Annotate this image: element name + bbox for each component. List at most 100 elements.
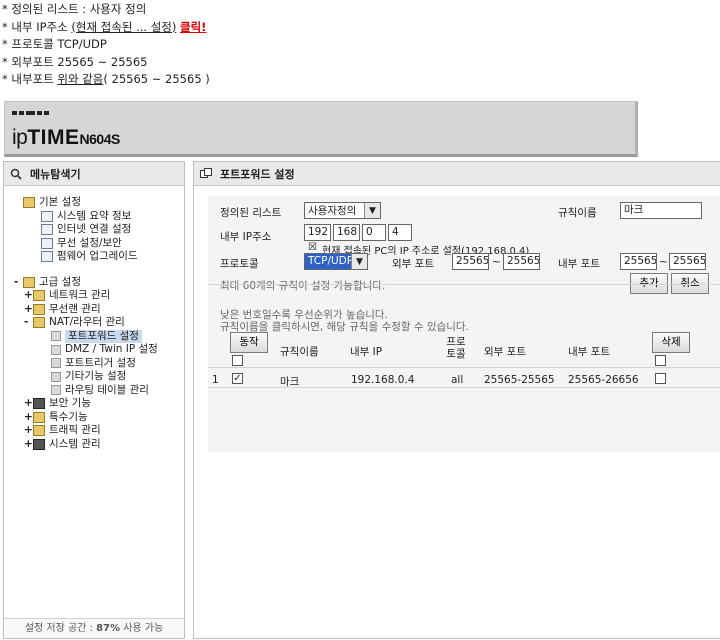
sidebar-item[interactable]: 무선 설정/보안	[14, 237, 158, 251]
header-protocol: 프로 토콜	[446, 336, 466, 360]
sidebar-item[interactable]: 포트포워드 설정	[14, 329, 158, 343]
sidebar-item[interactable]: + 트래픽 관리	[14, 424, 158, 438]
current-pc-checkbox[interactable]: ☒	[308, 242, 317, 253]
brand-dots-icon	[12, 111, 49, 115]
header-external-port: 외부 포트	[484, 346, 526, 358]
expand-icon[interactable]: +	[24, 289, 33, 303]
note-line-5-range: ( 25565 ~ 25565 )	[103, 72, 210, 87]
sidebar-item[interactable]: 기본 설정	[14, 196, 158, 210]
folder-icon	[33, 290, 45, 302]
delete-button[interactable]: 삭제	[652, 332, 690, 353]
sidebar-item-label: 포트트리거 설정	[65, 356, 136, 369]
ext-port-label: 외부 포트	[392, 258, 434, 270]
protocol-select[interactable]: TCP/UDP ▼	[304, 253, 368, 270]
list-label: 정의된 리스트	[220, 207, 282, 219]
sidebar-item[interactable]: + 무선랜 관리	[14, 303, 158, 317]
note-line-2-underlined: (현재 접속된 ... 설정)	[71, 19, 177, 34]
instruction-notes: * 정의된 리스트 : 사용자 정의 * 내부 IP주소 (현재 접속된 ...…	[2, 1, 210, 89]
collapse-icon[interactable]: -	[24, 316, 33, 330]
action-button[interactable]: 동작	[230, 332, 268, 353]
select-all-active-checkbox[interactable]	[232, 355, 243, 366]
ext-port-from-input[interactable]: 25565	[452, 253, 489, 270]
sidebar-item-label: 고급 설정	[39, 275, 81, 288]
sidebar-item-label: 기타기능 설정	[65, 370, 127, 382]
expand-icon[interactable]: +	[24, 303, 33, 317]
port-forward-panel: 포트포워드 설정 정의된 리스트 사용자정의 ▼ 규칙이름 마크 내부 IP주소…	[193, 161, 720, 639]
ip-octet-3[interactable]: 0	[362, 224, 386, 241]
rule-form: 정의된 리스트 사용자정의 ▼ 규칙이름 마크 내부 IP주소 192 168 …	[208, 196, 720, 452]
int-port-to-input[interactable]: 25565	[669, 253, 706, 270]
port-forward-title: 포트포워드 설정	[220, 167, 295, 181]
magnifier-icon	[10, 168, 22, 180]
sidebar-item-label: 인터넷 연결 설정	[57, 223, 132, 235]
router-banner: ipTIMEN604S	[4, 101, 638, 157]
note-line-1: * 정의된 리스트 : 사용자 정의	[2, 2, 147, 16]
expand-icon[interactable]: +	[24, 397, 33, 411]
port-forward-header: 포트포워드 설정	[194, 162, 720, 186]
sidebar-item-label: 무선 설정/보안	[57, 236, 122, 249]
sidebar-item-label: 무선랜 관리	[49, 302, 101, 315]
ip-octet-4[interactable]: 4	[388, 224, 412, 241]
expand-icon[interactable]: +	[24, 411, 33, 425]
sidebar-item[interactable]: 펌웨어 업그레이드	[14, 250, 158, 264]
list-select[interactable]: 사용자정의 ▼	[304, 202, 381, 219]
sidebar-item[interactable]: + 보안 기능	[14, 397, 158, 411]
page-icon	[41, 237, 53, 249]
sidebar-item-label: 라우팅 테이블 관리	[65, 383, 149, 396]
chip-icon	[33, 398, 45, 410]
ip-label: 내부 IP주소	[220, 231, 272, 243]
sidebar-item[interactable]: 기타기능 설정	[14, 370, 158, 384]
row-active-checkbox[interactable]: ✓	[232, 373, 243, 384]
sidebar-item[interactable]: 시스템 요약 정보	[14, 210, 158, 224]
note-line-5-underlined: 위와 같음	[57, 72, 104, 87]
note-click-emphasis: 클릭!	[180, 19, 207, 34]
rule-name-input[interactable]: 마크	[620, 202, 702, 219]
form-divider	[208, 284, 720, 285]
storage-status: 설정 저장 공간 : 87% 사용 가능	[4, 618, 184, 638]
expand-icon[interactable]: +	[24, 424, 33, 438]
select-all-delete-checkbox[interactable]	[655, 355, 666, 366]
sidebar-item[interactable]: DMZ / Twin IP 설정	[14, 343, 158, 357]
sidebar-item[interactable]: 포트트리거 설정	[14, 357, 158, 371]
row-internal-port: 25565-26656	[568, 374, 639, 386]
row-number: 1	[212, 374, 219, 386]
chevron-down-icon: ▼	[351, 254, 367, 269]
expand-icon[interactable]: +	[24, 438, 33, 452]
note-line-5-text: * 내부포트	[2, 72, 58, 87]
folder-icon	[33, 303, 45, 315]
table-row-divider	[208, 387, 720, 388]
page-icon	[41, 251, 53, 263]
sidebar-item[interactable]: 라우팅 테이블 관리	[14, 384, 158, 398]
sidebar-item-label: 펌웨어 업그레이드	[57, 250, 138, 262]
doc-icon	[51, 344, 61, 355]
collapse-icon[interactable]: -	[14, 276, 23, 290]
sidebar-item[interactable]: + 특수기능	[14, 411, 158, 425]
max-rules-note: 최대 60개의 규칙이 설정 가능합니다.	[220, 280, 386, 292]
ext-port-to-input[interactable]: 25565	[503, 253, 540, 270]
sidebar-item[interactable]: - NAT/라우터 관리	[14, 316, 158, 330]
note-line-2-text: * 내부 IP주소	[2, 19, 72, 34]
ext-port-tilde: ~	[492, 256, 501, 268]
doc-icon	[51, 331, 61, 342]
note-line-5: * 내부포트 위와 같음( 25565 ~ 25565 )	[2, 71, 210, 89]
protocol-select-value: TCP/UDP	[305, 254, 351, 269]
model-name: N604S	[79, 131, 121, 147]
note-line-3: * 프로토콜 TCP/UDP	[2, 37, 107, 52]
int-port-from-input[interactable]: 25565	[620, 253, 657, 270]
sidebar-item[interactable]: + 네트워크 관리	[14, 289, 158, 303]
sidebar-item[interactable]: 인터넷 연결 설정	[14, 223, 158, 237]
header-rule-name: 규칙이름	[280, 346, 319, 358]
menu-explorer-title: 메뉴탐색기	[30, 167, 81, 181]
ip-octet-1[interactable]: 192	[304, 224, 331, 241]
row-delete-checkbox[interactable]	[655, 373, 666, 384]
chip-icon	[33, 438, 45, 450]
sidebar-item[interactable]: - 고급 설정	[14, 276, 158, 290]
brand-name: TIME	[27, 126, 80, 149]
ip-octet-2[interactable]: 168	[333, 224, 360, 241]
sidebar-item[interactable]: + 시스템 관리	[14, 438, 158, 452]
row-internal-ip: 192.168.0.4	[351, 374, 415, 386]
doc-icon	[51, 358, 61, 369]
folder-icon	[23, 276, 35, 288]
row-external-port: 25565-25565	[484, 374, 555, 386]
menu-explorer-panel: 메뉴탐색기 기본 설정 시스템 요약 정보 인터넷 연결 설정 무선 설정/보안 펌웨어…	[3, 161, 185, 639]
